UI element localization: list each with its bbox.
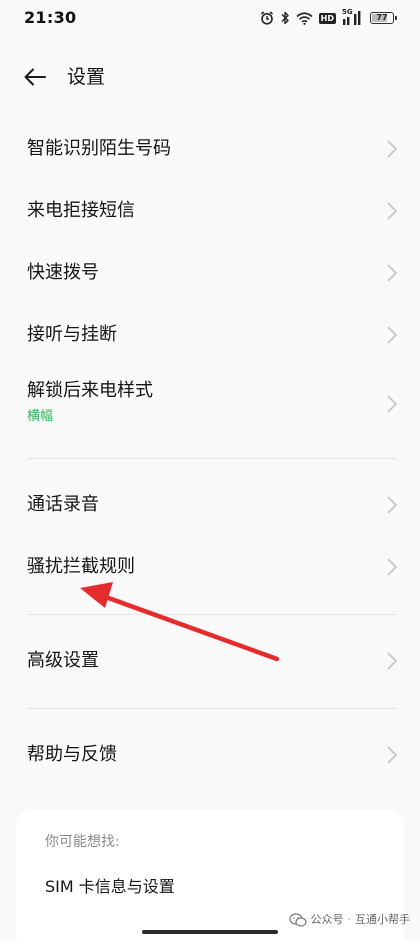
home-indicator[interactable] [142, 930, 278, 934]
battery-level: 77 [376, 13, 388, 22]
suggestion-sim-card-settings[interactable]: SIM 卡信息与设置 [45, 876, 175, 898]
setting-item-smart-identify[interactable]: 智能识别陌生号码 [0, 118, 420, 180]
setting-label: 来电拒接短信 [27, 200, 135, 221]
chevron-right-icon [387, 264, 398, 282]
setting-label: 通话录音 [27, 494, 99, 515]
wechat-icon [288, 913, 307, 927]
battery-icon: 77 [370, 12, 397, 24]
setting-label: 智能识别陌生号码 [27, 138, 171, 159]
status-icons: HD 5G 77 [260, 8, 397, 28]
divider [27, 708, 397, 709]
watermark: 公众号 · 互通小帮手 [288, 912, 410, 928]
chevron-right-icon [387, 395, 398, 413]
setting-label: 高级设置 [27, 650, 99, 671]
suggestion-heading: 你可能想找: [45, 834, 120, 850]
setting-label: 骚扰拦截规则 [27, 556, 135, 577]
back-button[interactable] [20, 64, 50, 90]
setting-value: 横幅 [27, 409, 54, 424]
watermark-separator: · [347, 913, 352, 926]
setting-item-call-recording[interactable]: 通话录音 [0, 474, 420, 536]
wifi-icon [296, 11, 313, 25]
suggestion-card: 你可能想找: SIM 卡信息与设置 [16, 810, 404, 950]
header: 设置 [0, 52, 420, 102]
setting-item-advanced-settings[interactable]: 高级设置 [0, 630, 420, 692]
setting-item-answer-hangup[interactable]: 接听与挂断 [0, 304, 420, 366]
back-arrow-icon [24, 68, 46, 86]
chevron-right-icon [387, 558, 398, 576]
setting-item-reject-sms[interactable]: 来电拒接短信 [0, 180, 420, 242]
status-bar: 21:30 HD 5G 77 [0, 0, 420, 36]
signal-icon: 5G [342, 8, 364, 26]
setting-item-harassment-rules[interactable]: 骚扰拦截规则 [0, 536, 420, 598]
chevron-right-icon [387, 202, 398, 220]
chevron-right-icon [387, 140, 398, 158]
setting-item-help-feedback[interactable]: 帮助与反馈 [0, 724, 420, 786]
page-title: 设置 [67, 66, 106, 88]
watermark-source: 公众号 [310, 913, 344, 926]
setting-item-incoming-call-style[interactable]: 解锁后来电样式 横幅 [0, 366, 420, 448]
setting-label: 帮助与反馈 [27, 744, 117, 765]
bluetooth-icon [281, 11, 289, 25]
chevron-right-icon [387, 652, 398, 670]
chevron-right-icon [387, 746, 398, 764]
phone-screen: 21:30 HD 5G 77 设置 智能识别陌生号码 来电拒接短信 快速拨号 接… [0, 0, 420, 950]
setting-label: 接听与挂断 [27, 324, 117, 345]
alarm-icon [260, 11, 273, 25]
watermark-account: 互通小帮手 [355, 913, 410, 926]
setting-label: 快速拨号 [27, 262, 99, 283]
divider [27, 458, 397, 459]
chevron-right-icon [387, 326, 398, 344]
hd-icon: HD [318, 12, 336, 24]
setting-label: 解锁后来电样式 [27, 380, 153, 401]
setting-item-speed-dial[interactable]: 快速拨号 [0, 242, 420, 304]
status-time: 21:30 [24, 8, 77, 27]
divider [27, 614, 397, 615]
chevron-right-icon [387, 496, 398, 514]
